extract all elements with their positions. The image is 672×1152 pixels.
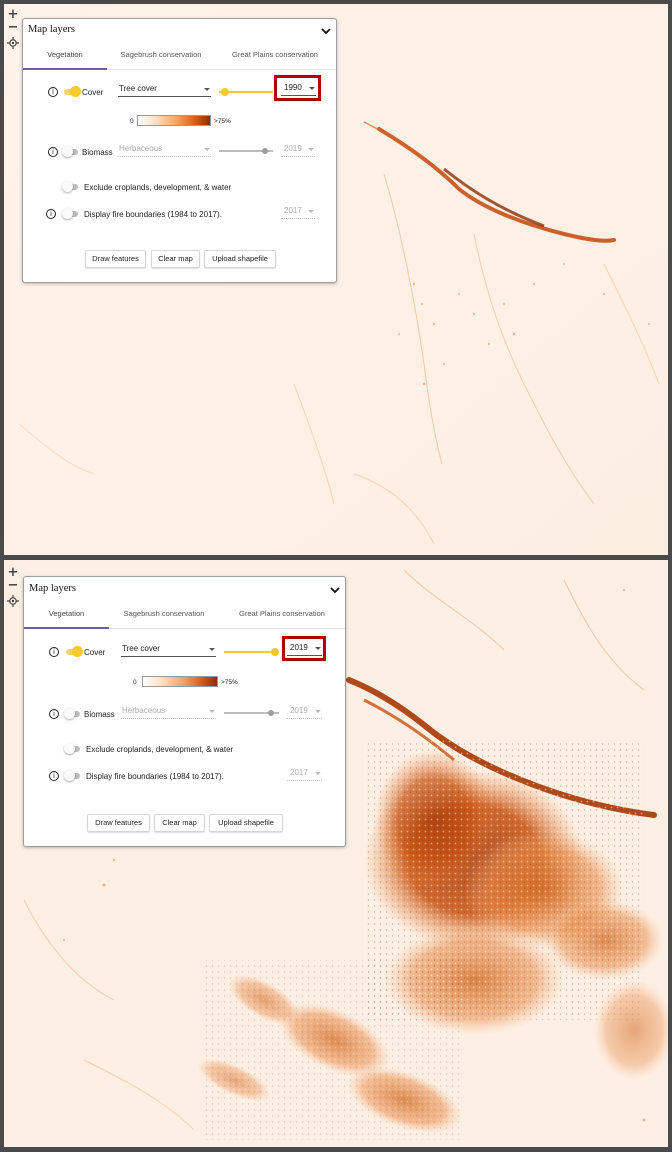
cover-info-icon[interactable]: i xyxy=(48,87,58,97)
active-tab-indicator xyxy=(24,627,109,629)
caret-down-icon xyxy=(308,148,314,151)
cover-type-value: Tree cover xyxy=(119,84,157,93)
biomass-info-icon[interactable]: i xyxy=(48,147,58,157)
cover-toggle[interactable] xyxy=(62,86,81,97)
exclude-toggle[interactable] xyxy=(62,181,80,192)
biomass-type-value: Herbaceous xyxy=(119,144,163,153)
fire-year-dropdown[interactable]: 2017 xyxy=(287,767,322,781)
clear-map-button[interactable]: Clear map xyxy=(151,250,200,268)
fire-label: Display fire boundaries (1984 to 2017). xyxy=(86,772,224,781)
chevron-down-icon[interactable] xyxy=(329,584,341,596)
tab-bar: Vegetation Sagebrush conservation Great … xyxy=(23,47,336,70)
zoom-out-button[interactable]: − xyxy=(6,579,20,592)
caret-down-icon xyxy=(309,87,315,90)
clear-map-button[interactable]: Clear map xyxy=(154,814,205,832)
caret-down-icon xyxy=(204,148,210,151)
slider-thumb[interactable] xyxy=(221,88,229,96)
cover-year-value: 1990 xyxy=(284,83,302,92)
map-view-2019[interactable]: + − Map layers Vegetation Sagebrush cons… xyxy=(4,560,668,1147)
crosshair-icon[interactable] xyxy=(6,594,20,608)
tab-sagebrush-conservation[interactable]: Sagebrush conservation xyxy=(114,609,214,618)
cover-year-dropdown[interactable]: 1990 xyxy=(281,82,316,96)
panel-title: Map layers xyxy=(28,24,75,35)
cover-type-dropdown[interactable]: Tree cover xyxy=(118,83,211,97)
cover-year-slider[interactable] xyxy=(219,87,273,97)
tree-cover-legend xyxy=(137,115,211,126)
biomass-type-dropdown[interactable]: Herbaceous xyxy=(121,705,216,719)
biomass-info-icon[interactable]: i xyxy=(49,709,59,719)
chevron-down-icon[interactable] xyxy=(320,25,332,37)
slider-thumb[interactable] xyxy=(271,648,279,656)
panel-title: Map layers xyxy=(29,583,76,594)
tree-cover-legend xyxy=(142,676,218,687)
caret-down-icon xyxy=(315,647,321,650)
map-layers-panel: Map layers Vegetation Sagebrush conserva… xyxy=(22,18,337,283)
draw-features-button[interactable]: Draw features xyxy=(87,814,150,832)
biomass-type-dropdown[interactable]: Herbaceous xyxy=(118,143,211,157)
map-view-1990[interactable]: + − Map layers Vegetation Sagebrush cons… xyxy=(4,4,668,555)
caret-down-icon xyxy=(315,710,321,713)
biomass-label: Biomass xyxy=(84,710,115,719)
zoom-controls: + − xyxy=(6,8,20,50)
tab-great-plains-conservation[interactable]: Great Plains conservation xyxy=(222,609,342,618)
cover-type-dropdown[interactable]: Tree cover xyxy=(121,643,216,657)
active-tab-indicator xyxy=(23,68,107,70)
fire-info-icon[interactable]: i xyxy=(49,771,59,781)
legend-max-label: >75% xyxy=(221,679,238,686)
fire-year-dropdown[interactable]: 2017 xyxy=(281,205,315,219)
exclude-label: Exclude croplands, development, & water xyxy=(84,183,232,192)
fire-year-value: 2017 xyxy=(284,206,302,215)
biomass-year-slider[interactable] xyxy=(219,146,273,156)
exclude-label: Exclude croplands, development, & water xyxy=(86,745,234,754)
biomass-year-dropdown[interactable]: 2019 xyxy=(281,143,315,157)
biomass-year-value: 2019 xyxy=(290,706,308,715)
upload-shapefile-button[interactable]: Upload shapefile xyxy=(209,814,283,832)
tab-vegetation[interactable]: Vegetation xyxy=(23,50,107,59)
legend-max-label: >75% xyxy=(214,118,231,125)
fire-year-value: 2017 xyxy=(290,768,308,777)
crosshair-icon[interactable] xyxy=(6,36,20,50)
tab-great-plains-conservation[interactable]: Great Plains conservation xyxy=(215,50,335,59)
biomass-toggle[interactable] xyxy=(62,146,80,157)
zoom-controls: + − xyxy=(6,566,20,608)
tab-vegetation[interactable]: Vegetation xyxy=(24,609,109,618)
biomass-label: Biomass xyxy=(82,148,113,157)
cover-info-icon[interactable]: i xyxy=(49,647,59,657)
caret-down-icon xyxy=(308,210,314,213)
tab-bar: Vegetation Sagebrush conservation Great … xyxy=(24,606,345,629)
caret-down-icon xyxy=(315,772,321,775)
fire-info-icon[interactable]: i xyxy=(46,209,56,219)
biomass-year-slider[interactable] xyxy=(224,708,279,718)
caret-down-icon xyxy=(204,88,210,91)
cover-toggle[interactable] xyxy=(64,646,83,657)
legend-min-label: 0 xyxy=(133,679,137,686)
cover-year-slider[interactable] xyxy=(224,647,279,657)
exclude-toggle[interactable] xyxy=(64,743,82,754)
fire-toggle[interactable] xyxy=(62,208,80,219)
cover-year-value: 2019 xyxy=(290,643,308,652)
biomass-type-value: Herbaceous xyxy=(122,706,166,715)
fire-label: Display fire boundaries (1984 to 2017). xyxy=(84,210,222,219)
zoom-out-button[interactable]: − xyxy=(6,21,20,34)
slider-thumb[interactable] xyxy=(262,148,268,154)
biomass-year-value: 2019 xyxy=(284,144,302,153)
upload-shapefile-button[interactable]: Upload shapefile xyxy=(204,250,276,268)
cover-label: Cover xyxy=(82,88,104,97)
slider-thumb[interactable] xyxy=(268,710,274,716)
caret-down-icon xyxy=(209,648,215,651)
draw-features-button[interactable]: Draw features xyxy=(85,250,146,268)
caret-down-icon xyxy=(209,710,215,713)
cover-label: Cover xyxy=(84,648,106,657)
fire-toggle[interactable] xyxy=(64,770,82,781)
legend-min-label: 0 xyxy=(130,118,134,125)
biomass-toggle[interactable] xyxy=(64,708,82,719)
biomass-year-dropdown[interactable]: 2019 xyxy=(287,705,322,719)
tab-sagebrush-conservation[interactable]: Sagebrush conservation xyxy=(111,50,211,59)
cover-type-value: Tree cover xyxy=(122,644,160,653)
cover-year-dropdown[interactable]: 2019 xyxy=(287,642,322,656)
map-layers-panel: Map layers Vegetation Sagebrush conserva… xyxy=(23,576,346,847)
